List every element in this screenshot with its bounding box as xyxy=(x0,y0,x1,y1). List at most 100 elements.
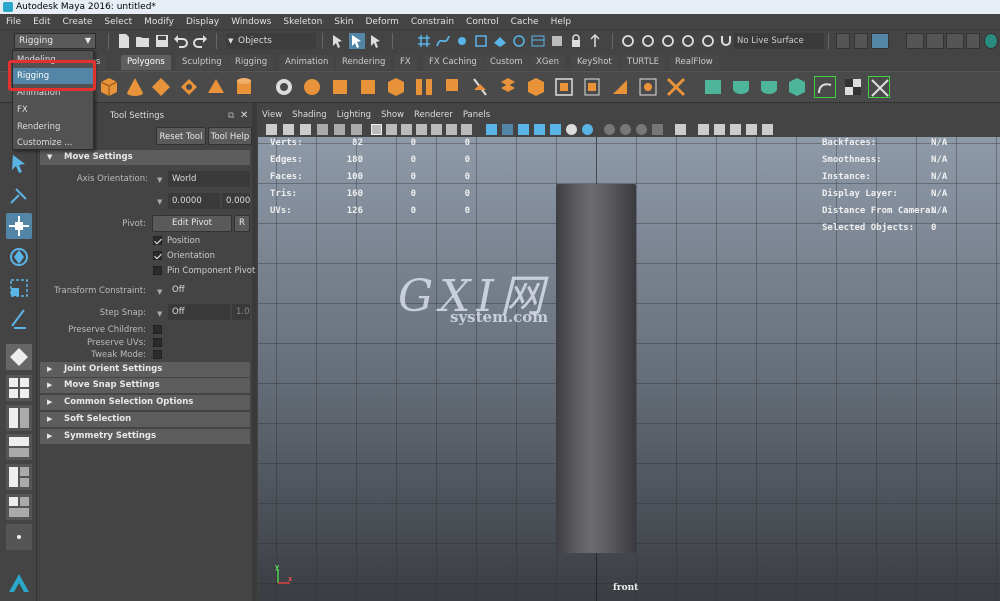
menu-control[interactable]: Control xyxy=(460,17,505,27)
chevron-down-icon[interactable]: ▼ xyxy=(157,198,162,206)
backface-culling-icon[interactable] xyxy=(730,124,741,135)
use-all-lights-icon[interactable] xyxy=(550,124,561,135)
coord-y-field[interactable]: 0.0000 xyxy=(222,193,250,209)
wireframe-icon[interactable] xyxy=(486,124,497,135)
viewport-menu-shading[interactable]: Shading xyxy=(287,110,332,120)
rotate-tool-icon[interactable] xyxy=(6,244,32,270)
menu-cache[interactable]: Cache xyxy=(505,17,545,27)
camera-icon[interactable] xyxy=(266,124,277,135)
history-icon[interactable] xyxy=(549,33,565,49)
multi-cut-icon[interactable] xyxy=(469,76,491,98)
layout-hypershade-icon[interactable] xyxy=(6,464,32,490)
select-object-icon[interactable] xyxy=(349,33,365,49)
poly-cylinder-icon[interactable] xyxy=(233,76,255,98)
hud-toggle-icon[interactable] xyxy=(762,124,773,135)
render-current-frame-icon[interactable] xyxy=(620,33,636,49)
menu-modify[interactable]: Modify xyxy=(138,17,180,27)
uv-editor-icon[interactable] xyxy=(553,76,575,98)
transform-constraint-select[interactable]: Off xyxy=(168,282,250,298)
chevron-down-icon[interactable]: ▼ xyxy=(157,288,162,296)
chevron-down-icon[interactable]: ▼ xyxy=(157,176,162,184)
chevron-down-icon[interactable]: ▼ xyxy=(157,310,162,318)
hypershade-icon[interactable] xyxy=(680,33,696,49)
2d-pan-zoom-icon[interactable] xyxy=(334,124,345,135)
orientation-checkbox[interactable] xyxy=(153,251,162,260)
spherical-map-icon[interactable] xyxy=(637,76,659,98)
snap-point-icon[interactable] xyxy=(454,33,470,49)
layout-custom-icon[interactable] xyxy=(6,524,32,550)
grease-pencil-icon[interactable] xyxy=(351,124,362,135)
menu-skeleton[interactable]: Skeleton xyxy=(277,17,328,27)
snap-pivot-icon[interactable] xyxy=(530,33,546,49)
grid-icon[interactable] xyxy=(371,124,382,135)
insert-edge-loop-icon[interactable] xyxy=(497,76,519,98)
layout-persp-graph-icon[interactable] xyxy=(6,434,32,460)
menu-deform[interactable]: Deform xyxy=(359,17,404,27)
checker-icon[interactable] xyxy=(842,76,864,98)
reset-tool-button[interactable]: Reset Tool xyxy=(156,127,206,145)
tab-custom[interactable]: Custom xyxy=(484,55,529,70)
move-settings-section[interactable]: ▼ Move Settings xyxy=(40,150,250,165)
tab-sculpting[interactable]: Sculpting xyxy=(176,55,228,70)
last-tool-icon[interactable] xyxy=(6,306,32,332)
bevel-icon[interactable] xyxy=(357,76,379,98)
soft-selection-section[interactable]: ▶ Soft Selection xyxy=(40,412,250,427)
separate-icon[interactable] xyxy=(301,76,323,98)
tab-keyshot[interactable]: KeyShot xyxy=(571,55,618,70)
tab-realflow[interactable]: RealFlow xyxy=(669,55,719,70)
redo-icon[interactable] xyxy=(192,33,208,49)
smooth-shade-icon[interactable] xyxy=(502,124,513,135)
close-icon[interactable]: ✕ xyxy=(240,110,248,121)
xray-active-icon[interactable] xyxy=(714,124,725,135)
cylinder-mesh[interactable] xyxy=(556,184,636,553)
tab-fx[interactable]: FX xyxy=(394,55,417,70)
snap-live-icon[interactable] xyxy=(511,33,527,49)
channel-box-icon[interactable] xyxy=(906,33,924,49)
menu-select[interactable]: Select xyxy=(98,17,138,27)
isolate-select-icon[interactable] xyxy=(675,124,686,135)
shadows-icon[interactable] xyxy=(566,124,577,135)
menu-set-option-customize[interactable]: Customize ... xyxy=(13,135,93,151)
step-snap-amount[interactable]: 1.0 xyxy=(232,304,250,320)
bookmark-icon[interactable] xyxy=(300,124,311,135)
textured-icon[interactable] xyxy=(534,124,545,135)
field-chart-icon[interactable] xyxy=(431,124,442,135)
menu-windows[interactable]: Windows xyxy=(225,17,277,27)
menu-display[interactable]: Display xyxy=(180,17,225,27)
menu-skin[interactable]: Skin xyxy=(328,17,359,27)
viewport-menu-lighting[interactable]: Lighting xyxy=(332,110,376,120)
magnet-icon[interactable] xyxy=(718,33,734,49)
poly-cone-icon[interactable] xyxy=(124,76,146,98)
camera-attributes-icon[interactable] xyxy=(283,124,294,135)
preserve-children-checkbox[interactable] xyxy=(153,325,162,334)
scale-tool-icon[interactable] xyxy=(6,275,32,301)
smooth-icon[interactable] xyxy=(329,76,351,98)
tool-settings-toggle-icon[interactable] xyxy=(871,33,889,49)
layout-outliner-icon[interactable] xyxy=(6,494,32,520)
append-icon[interactable] xyxy=(441,76,463,98)
image-plane-icon[interactable] xyxy=(317,124,328,135)
tab-animation[interactable]: Animation xyxy=(279,55,335,70)
select-tool-icon[interactable] xyxy=(6,152,32,178)
film-gate-icon[interactable] xyxy=(386,124,397,135)
snap-surface-icon[interactable] xyxy=(492,33,508,49)
normal-sphere-icon[interactable] xyxy=(702,76,724,98)
extrude-icon[interactable] xyxy=(385,76,407,98)
render-view-icon[interactable] xyxy=(700,33,716,49)
snap-curve-icon[interactable] xyxy=(435,33,451,49)
automatic-map-icon[interactable] xyxy=(665,76,687,98)
reset-pivot-button[interactable]: R xyxy=(234,215,250,232)
tab-rigging[interactable]: Rigging xyxy=(229,55,274,70)
poly-diamond-icon[interactable] xyxy=(150,76,172,98)
tool-help-button[interactable]: Tool Help xyxy=(208,127,252,145)
tab-rendering[interactable]: Rendering xyxy=(336,55,392,70)
lasso-tool-icon[interactable] xyxy=(6,183,32,209)
layout-uv-icon[interactable] xyxy=(814,76,836,98)
distort-icon[interactable] xyxy=(868,76,890,98)
pin-component-pivot-checkbox[interactable] xyxy=(153,266,162,275)
cylindrical-map-icon[interactable] xyxy=(609,76,631,98)
safe-action-icon[interactable] xyxy=(446,124,457,135)
layout-single-icon[interactable] xyxy=(6,344,32,370)
coord-x-field[interactable]: 0.0000 xyxy=(168,193,220,209)
save-scene-icon[interactable] xyxy=(154,33,170,49)
